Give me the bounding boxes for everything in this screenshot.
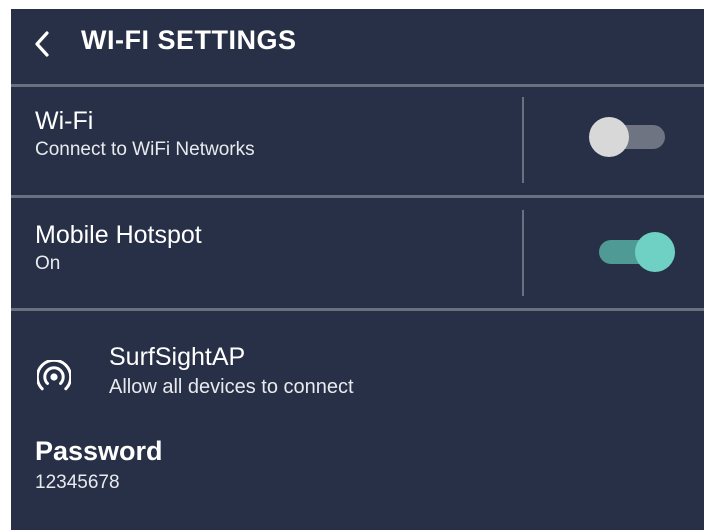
hotspot-signal-icon [37,360,71,391]
hotspot-row-text: Mobile Hotspot On [35,220,202,276]
password-value: 12345678 [35,472,120,493]
hotspot-toggle[interactable] [595,232,675,272]
password-label: Password [35,436,163,466]
access-point-info: SurfSightAP Allow all devices to connect [109,342,354,400]
vertical-separator [522,97,524,183]
wifi-settings-screen: WI-FI SETTINGS Wi-Fi Connect to WiFi Net… [11,9,704,530]
wifi-title: Wi-Fi [35,107,94,135]
hotspot-row: Mobile Hotspot On [11,198,704,308]
wifi-row-text: Wi-Fi Connect to WiFi Networks [35,106,255,162]
password-block: Password 12345678 [35,435,163,495]
back-button[interactable] [31,29,53,59]
vertical-separator [522,210,524,296]
toggle-knob [589,117,629,157]
toggle-knob [635,232,675,272]
page-title: WI-FI SETTINGS [81,25,297,55]
wifi-row: Wi-Fi Connect to WiFi Networks [11,87,704,195]
divider [11,308,704,311]
wifi-subtitle: Connect to WiFi Networks [35,139,255,160]
chevron-left-icon [35,31,49,57]
access-point-description: Allow all devices to connect [109,376,354,398]
hotspot-title: Mobile Hotspot [35,221,202,249]
hotspot-subtitle: On [35,253,61,274]
header: WI-FI SETTINGS [11,9,704,85]
access-point-name: SurfSightAP [109,343,246,371]
wifi-toggle[interactable] [589,117,669,157]
